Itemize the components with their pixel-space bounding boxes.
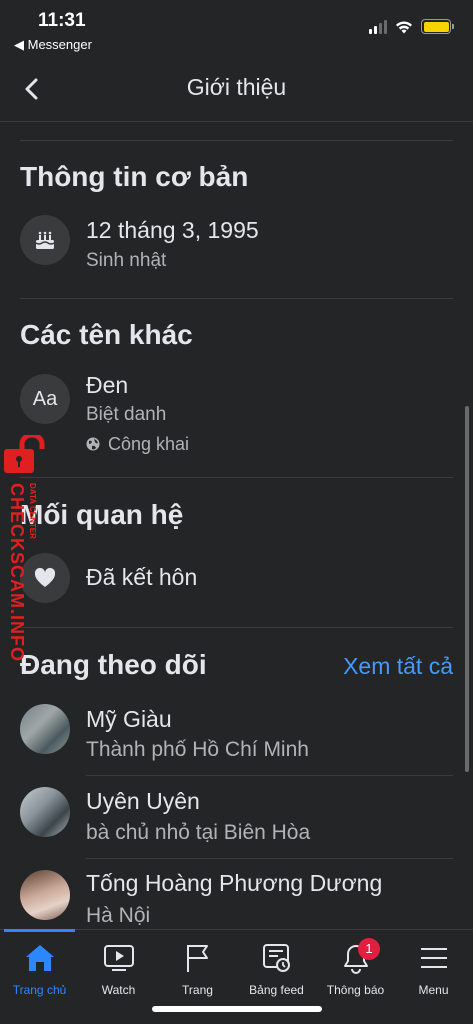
wifi-icon (396, 21, 412, 33)
text-size-icon: Aa (32, 387, 58, 410)
notification-badge: 1 (358, 938, 380, 960)
nickname-type: Biệt danh (86, 404, 167, 425)
nav-item-pages[interactable]: Trang (158, 940, 237, 1002)
avatar (20, 870, 70, 920)
nav-item-notifications[interactable]: 1 Thông báo (316, 938, 395, 1002)
nav-item-feeds[interactable]: Bảng feed (237, 940, 316, 1002)
avatar (20, 704, 70, 754)
watermark-subtext: DATA CENTER (28, 483, 37, 539)
divider (20, 298, 453, 299)
nav-label: Bảng feed (249, 983, 304, 997)
cake-icon (35, 231, 55, 249)
scrollbar[interactable] (465, 406, 469, 772)
status-indicators (369, 19, 454, 34)
following-name: Uyên Uyên (86, 788, 200, 814)
see-all-link[interactable]: Xem tất cả (343, 653, 453, 680)
status-time: 11:31 (38, 10, 86, 31)
relationship-status: Đã kết hôn (86, 564, 198, 590)
divider (20, 477, 453, 478)
battery-icon (421, 19, 454, 34)
nav-item-watch[interactable]: Watch (79, 940, 158, 1002)
cellular-signal-icon (369, 19, 387, 34)
following-detail: Hà Nội (86, 904, 151, 927)
divider (86, 775, 453, 776)
page-title: Giới thiệu (186, 74, 287, 100)
about-content[interactable]: Thông tin cơ bản 12 tháng 3, 1995 Sinh n… (0, 123, 473, 929)
video-icon (103, 945, 134, 971)
home-indicator[interactable] (152, 1006, 322, 1012)
battery-level (423, 21, 449, 32)
active-tab-indicator (4, 929, 75, 932)
nav-label: Menu (418, 983, 449, 997)
avatar (20, 787, 70, 837)
nav-label: Thông báo (326, 983, 385, 997)
globe-icon (86, 437, 100, 451)
nav-item-menu[interactable]: Menu (394, 940, 473, 1002)
status-bar: 11:31 ◀ Messenger (0, 0, 473, 56)
divider (20, 627, 453, 628)
following-detail: Thành phố Hồ Chí Minh (86, 738, 309, 761)
back-to-app-link[interactable]: ◀ Messenger (14, 37, 92, 53)
feed-icon (262, 944, 290, 972)
lock-icon (4, 435, 45, 473)
following-name: Mỹ Giàu (86, 706, 172, 732)
watermark-text: CHECKSCAM.INFO (7, 483, 27, 662)
nav-label: Trang chủ (12, 983, 67, 997)
nav-item-home[interactable]: Trang chủ (0, 940, 79, 1002)
birthday-label: Sinh nhật (86, 250, 167, 271)
following-name: Tống Hoàng Phương Dương (86, 870, 383, 896)
nav-label: Trang (182, 983, 213, 997)
watermark: CHECKSCAM.INFO DATA CENTER (0, 435, 60, 675)
nickname-value: Đen (86, 372, 129, 398)
home-icon (25, 945, 54, 971)
page-header: Giới thiệu (0, 56, 473, 122)
section-title-basic-info: Thông tin cơ bản (20, 161, 249, 192)
birthday-icon-circle (20, 215, 70, 265)
nickname-icon-circle: Aa (20, 374, 70, 424)
following-detail: bà chủ nhỏ tại Biên Hòa (86, 821, 311, 844)
divider (86, 858, 453, 859)
nav-label: Watch (101, 983, 136, 997)
divider (20, 140, 453, 141)
section-title-other-names: Các tên khác (20, 319, 193, 350)
birthday-value: 12 tháng 3, 1995 (86, 217, 259, 243)
flag-icon (186, 945, 208, 972)
menu-icon (420, 948, 447, 968)
privacy-label: Công khai (108, 434, 190, 454)
